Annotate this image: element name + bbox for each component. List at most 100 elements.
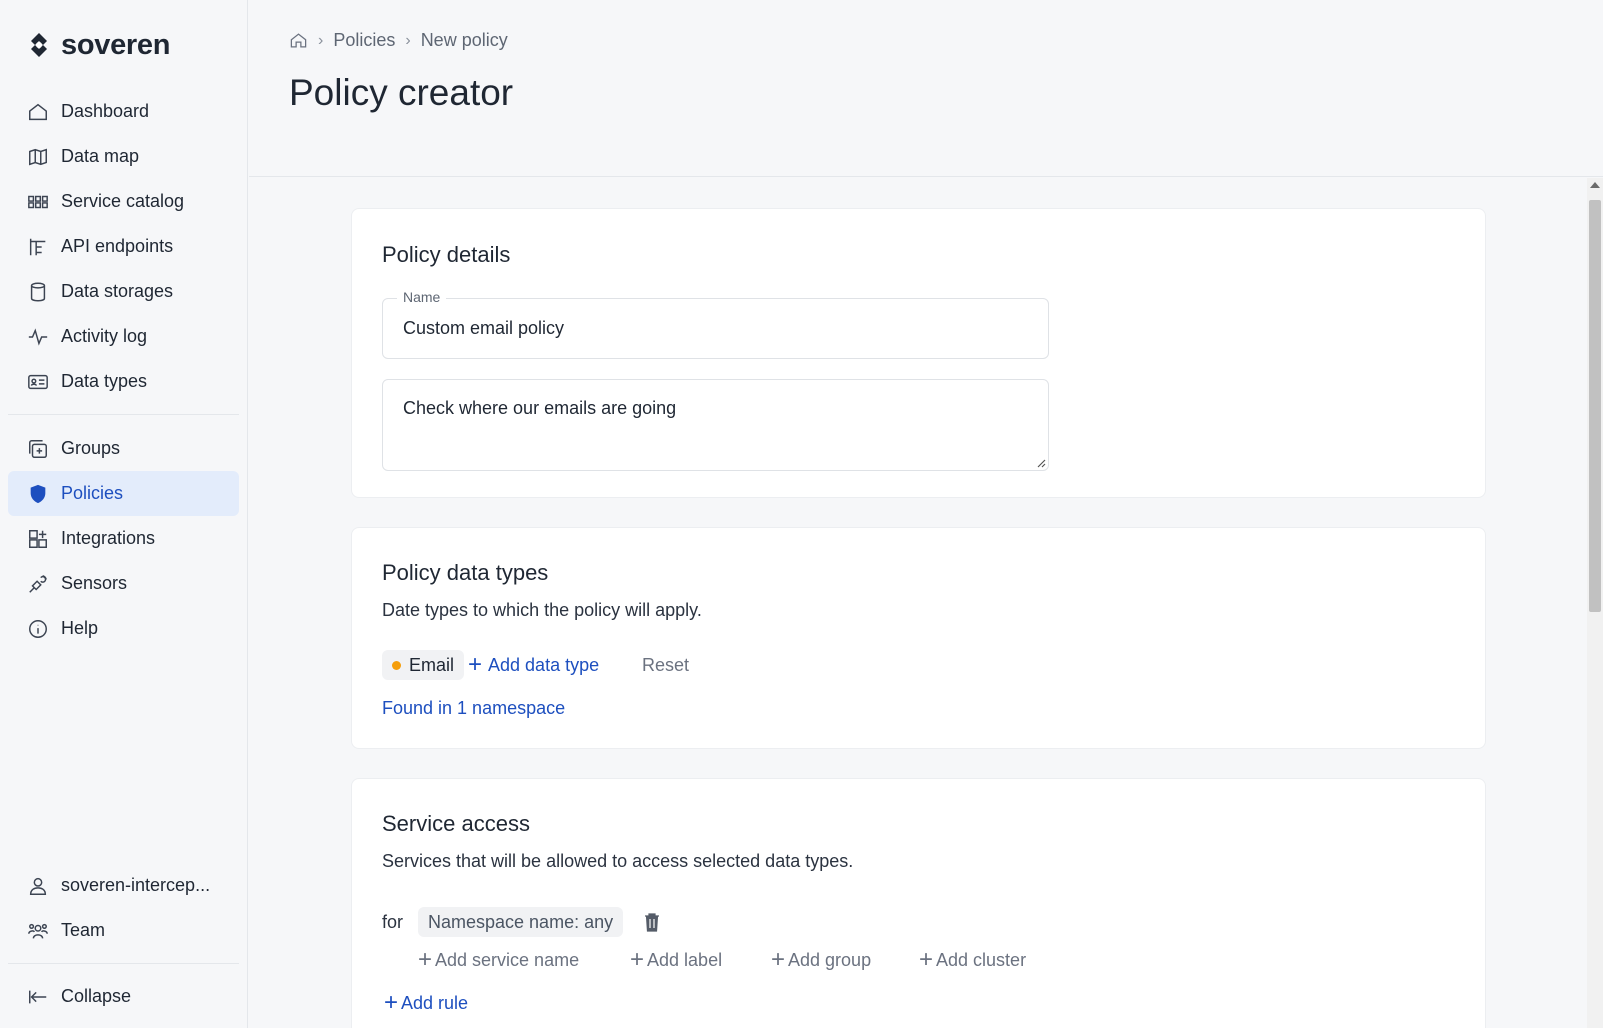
vertical-scrollbar[interactable] [1587, 178, 1603, 1028]
breadcrumb-policies[interactable]: Policies [333, 30, 395, 51]
policy-data-types-card: Policy data types Date types to which th… [351, 527, 1486, 749]
policy-data-types-subtitle: Date types to which the policy will appl… [382, 600, 702, 620]
sidebar-item-api-endpoints[interactable]: API endpoints [8, 224, 239, 269]
breadcrumb-current: New policy [420, 30, 508, 50]
sidebar-item-label: soveren-intercep... [61, 875, 211, 895]
service-access-card: Service access Services that will be all… [351, 778, 1486, 1028]
sidebar-item-label: Data types [61, 371, 148, 391]
plus-icon: + [418, 946, 433, 973]
sidebar-item-label: Policies [61, 483, 124, 503]
add-cluster-label: Add cluster [936, 949, 1027, 970]
add-rule-button[interactable]: + Add rule [384, 991, 468, 1015]
sidebar-item-label: Service catalog [61, 191, 185, 211]
sidebar-item-label: Sensors [61, 573, 128, 593]
namespace-chip[interactable]: Namespace name: any [418, 907, 624, 937]
page-header: › Policies › New policy Policy creator [249, 0, 1603, 177]
sidebar-item-help[interactable]: Help [8, 606, 239, 651]
integrations-icon [26, 527, 50, 551]
sidebar-item-account[interactable]: soveren-intercep... [8, 863, 239, 908]
secondary-nav: Groups Policies Integrations Sensors Hel… [8, 426, 239, 651]
sidebar: soveren Dashboard Data map Service catal… [0, 0, 248, 1028]
collapse-label: Collapse [61, 986, 132, 1006]
found-namespace-label: Found in 1 namespace [382, 698, 566, 718]
grid-icon [26, 190, 50, 214]
trash-icon[interactable] [642, 911, 662, 933]
policy-data-types-title: Policy data types [382, 560, 549, 585]
resize-handle-icon[interactable] [1036, 458, 1046, 468]
shield-icon [26, 482, 50, 506]
name-field-label: Name [397, 289, 447, 305]
data-type-chip-email[interactable]: Email [382, 650, 465, 680]
collapse-nav: Collapse [8, 974, 239, 1019]
brand-logo[interactable]: soveren [25, 28, 170, 62]
sidebar-item-dashboard[interactable]: Dashboard [8, 89, 239, 134]
add-cluster-button[interactable]: + Add cluster [919, 948, 1026, 972]
add-data-type-button[interactable]: + Add data type [468, 653, 599, 677]
page-title: Policy creator [289, 72, 514, 113]
chevron-right-icon: › [318, 31, 324, 49]
add-group-label: Add group [788, 949, 872, 970]
team-icon [26, 919, 50, 943]
add-label-button[interactable]: + Add label [630, 948, 722, 972]
policy-details-card: Policy details Name Custom email policy … [351, 208, 1486, 498]
sidebar-item-label: Data map [61, 146, 140, 166]
plus-icon: + [468, 651, 483, 678]
sidebar-item-label: API endpoints [61, 236, 174, 256]
description-textarea[interactable]: Check where our emails are going [382, 379, 1049, 471]
collapse-button[interactable]: Collapse [8, 974, 239, 1019]
api-icon [26, 235, 50, 259]
sidebar-item-data-map[interactable]: Data map [8, 134, 239, 179]
sidebar-divider [8, 414, 239, 415]
home-icon [26, 100, 50, 124]
sidebar-item-groups[interactable]: Groups [8, 426, 239, 471]
sidebar-item-policies[interactable]: Policies [8, 471, 239, 516]
sidebar-item-integrations[interactable]: Integrations [8, 516, 239, 561]
plus-icon: + [384, 989, 399, 1016]
sidebar-item-label: Activity log [61, 326, 148, 346]
sidebar-item-activity-log[interactable]: Activity log [8, 314, 239, 359]
activity-icon [26, 325, 50, 349]
reset-button[interactable]: Reset [642, 655, 689, 676]
map-icon [26, 145, 50, 169]
scrollbar-thumb[interactable] [1589, 200, 1601, 612]
user-icon [26, 874, 50, 898]
id-card-icon [26, 370, 50, 394]
collapse-icon [26, 985, 50, 1009]
sidebar-item-label: Team [61, 920, 106, 940]
sidebar-divider [8, 963, 239, 964]
reset-label: Reset [642, 655, 690, 675]
add-group-button[interactable]: + Add group [771, 948, 871, 972]
plus-icon: + [771, 946, 786, 973]
plus-icon: + [630, 946, 645, 973]
content-scroll-area: Policy details Name Custom email policy … [249, 178, 1603, 1028]
sidebar-item-label: Integrations [61, 528, 156, 548]
breadcrumb: › Policies › New policy [289, 30, 508, 51]
brand-name: soveren [61, 28, 171, 61]
sidebar-item-sensors[interactable]: Sensors [8, 561, 239, 606]
sidebar-item-data-storages[interactable]: Data storages [8, 269, 239, 314]
found-namespace-link[interactable]: Found in 1 namespace [382, 698, 565, 719]
service-access-title: Service access [382, 811, 530, 836]
main-area: › Policies › New policy Policy creator P… [249, 0, 1603, 1028]
add-service-name-button[interactable]: + Add service name [418, 948, 579, 972]
groups-icon [26, 437, 50, 461]
database-icon [26, 280, 50, 304]
sidebar-item-label: Groups [61, 438, 121, 458]
add-label-label: Add label [647, 949, 723, 970]
sidebar-item-data-types[interactable]: Data types [8, 359, 239, 404]
name-field-value: Custom email policy [403, 318, 565, 338]
info-icon [26, 617, 50, 641]
home-icon[interactable] [289, 31, 308, 50]
scroll-up-arrow-icon[interactable] [1590, 182, 1600, 188]
namespace-chip-label: Namespace name: any [428, 911, 614, 932]
name-field[interactable]: Name Custom email policy [382, 289, 1049, 359]
sidebar-item-label: Data storages [61, 281, 174, 301]
for-label: for [382, 912, 404, 932]
add-rule-label: Add rule [401, 992, 469, 1013]
plus-icon: + [919, 946, 934, 973]
account-nav: soveren-intercep... Team [8, 863, 239, 953]
sidebar-item-team[interactable]: Team [8, 908, 239, 953]
chevron-right-icon: › [405, 31, 411, 49]
sidebar-item-service-catalog[interactable]: Service catalog [8, 179, 239, 224]
data-type-chip-label: Email [409, 654, 455, 675]
